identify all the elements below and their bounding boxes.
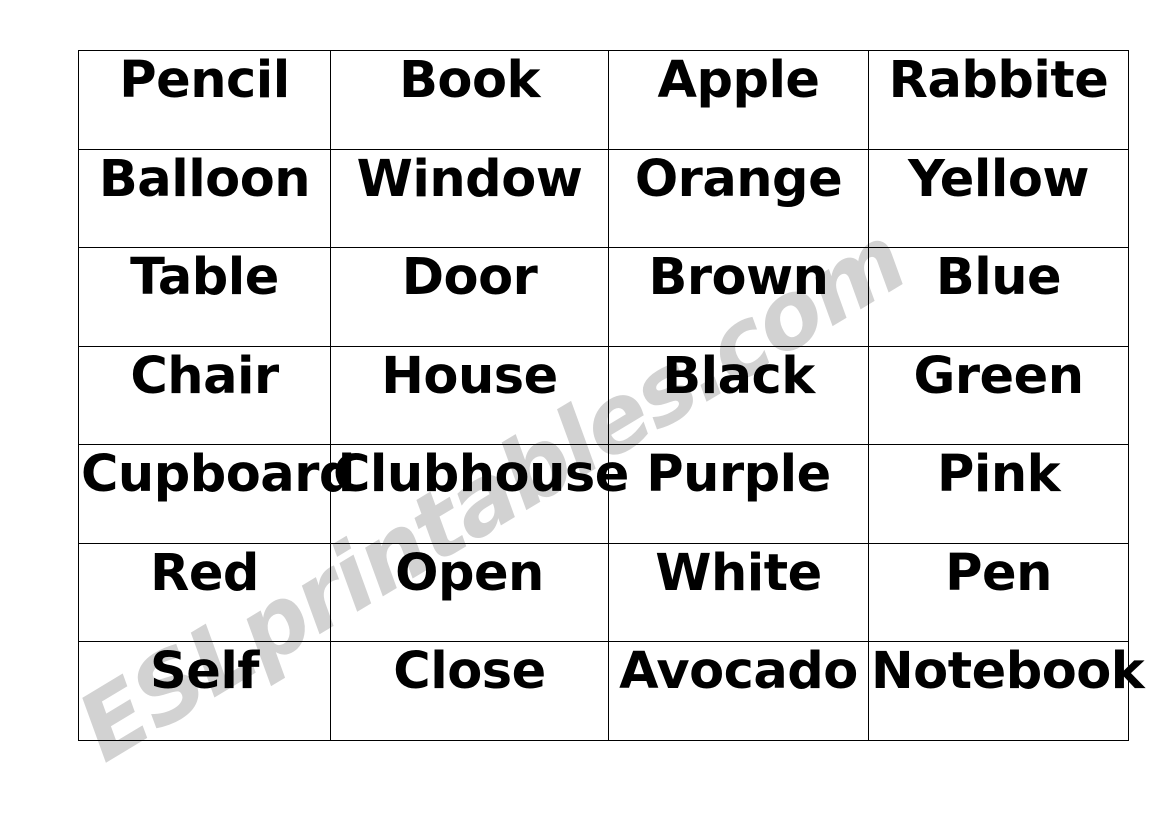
word-label: Open <box>395 543 544 603</box>
word-label: Rabbite <box>888 51 1109 110</box>
table-row: Chair House Black Green <box>78 345 1129 445</box>
word-cell[interactable]: Window <box>330 148 609 248</box>
word-cell[interactable]: House <box>330 345 609 445</box>
word-cell[interactable]: Brown <box>608 247 869 347</box>
word-table-body: Pencil Book Apple Rabbite Balloon Window… <box>78 50 1145 741</box>
word-cell[interactable]: Cupboard <box>78 444 355 544</box>
word-label: Book <box>399 51 540 110</box>
word-cell[interactable]: Pink <box>868 444 1129 544</box>
word-cell[interactable]: Self <box>78 641 331 741</box>
word-label: Pen <box>945 543 1052 603</box>
word-cell[interactable]: Pen <box>868 542 1129 642</box>
word-label: Apple <box>657 51 820 110</box>
word-label: Self <box>150 642 260 701</box>
word-cell[interactable]: Pencil <box>78 50 331 150</box>
word-label: Orange <box>634 149 843 209</box>
word-cell[interactable]: White <box>608 542 869 642</box>
table-row: Table Door Brown Blue <box>78 247 1129 347</box>
word-label: Notebook <box>871 642 1145 701</box>
word-cell[interactable]: Apple <box>608 50 869 150</box>
table-row: Balloon Window Orange Yellow <box>78 148 1129 248</box>
word-label: White <box>655 543 822 603</box>
vocabulary-word-table: Pencil Book Apple Rabbite Balloon Window… <box>78 50 1145 741</box>
word-label: Brown <box>648 248 829 307</box>
word-cell[interactable]: Table <box>78 247 331 347</box>
word-label: Window <box>356 149 583 209</box>
word-label: House <box>381 346 558 406</box>
word-cell[interactable]: Black <box>608 345 869 445</box>
table-row: Cupboard Clubhouse Purple Pink <box>78 444 1129 544</box>
word-cell[interactable]: Red <box>78 542 331 642</box>
word-label: Blue <box>935 248 1062 307</box>
table-row: Red Open White Pen <box>78 542 1129 642</box>
word-cell[interactable]: Yellow <box>868 148 1129 248</box>
word-label: Avocado <box>619 642 858 701</box>
word-cell[interactable]: Green <box>868 345 1129 445</box>
word-cell[interactable]: Blue <box>868 247 1129 347</box>
word-label: Pink <box>936 445 1061 504</box>
word-label: Table <box>130 248 279 307</box>
word-label: Chair <box>130 346 279 406</box>
word-label: Door <box>401 248 538 307</box>
word-cell[interactable]: Orange <box>608 148 869 248</box>
word-label: Yellow <box>908 149 1089 209</box>
word-cell[interactable]: Close <box>330 641 609 741</box>
word-label: Balloon <box>98 149 311 209</box>
word-cell[interactable]: Book <box>330 50 609 150</box>
word-cell[interactable]: Purple <box>608 444 869 544</box>
word-label: Close <box>393 642 546 701</box>
word-cell[interactable]: Open <box>330 542 609 642</box>
word-cell[interactable]: Clubhouse <box>330 444 629 544</box>
word-cell[interactable]: Door <box>330 247 609 347</box>
worksheet-page: ESLprintables.com Pencil Book Apple Rabb… <box>0 0 1169 821</box>
word-label: Pencil <box>119 51 290 110</box>
word-label: Clubhouse <box>333 445 629 504</box>
word-cell[interactable]: Balloon <box>78 148 331 248</box>
word-label: Red <box>150 543 259 603</box>
word-cell[interactable]: Chair <box>78 345 331 445</box>
table-row: Self Close Avocado Notebook <box>78 641 1145 741</box>
word-cell[interactable]: Avocado <box>608 641 869 741</box>
word-label: Black <box>662 346 815 406</box>
word-label: Cupboard <box>81 445 355 504</box>
word-cell[interactable]: Rabbite <box>868 50 1129 150</box>
word-label: Green <box>913 346 1085 406</box>
word-cell[interactable]: Notebook <box>868 641 1145 741</box>
table-row: Pencil Book Apple Rabbite <box>78 50 1129 150</box>
word-label: Purple <box>646 445 831 504</box>
